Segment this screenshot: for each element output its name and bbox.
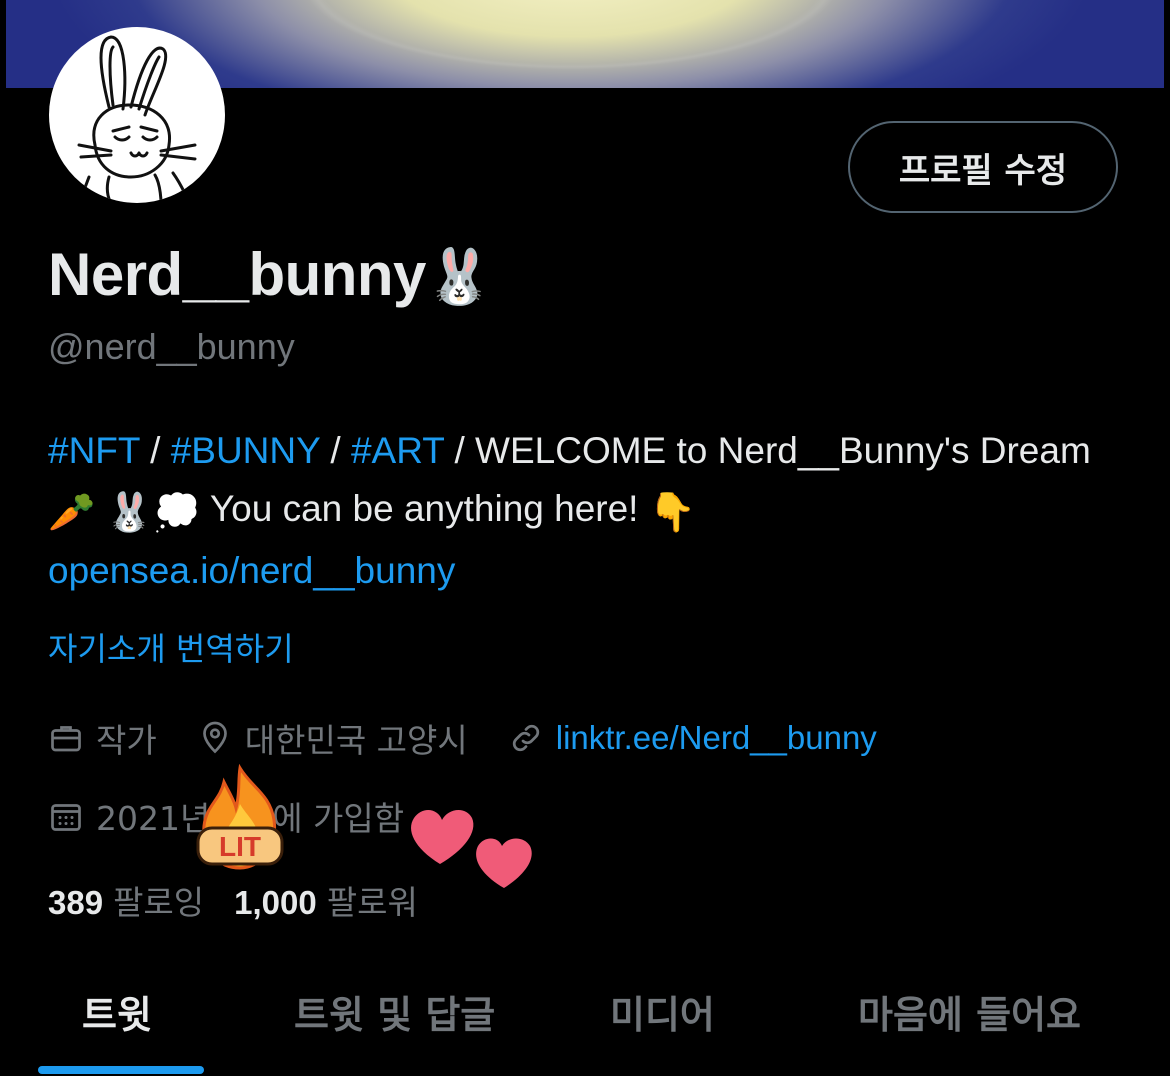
location-pin-icon [202,721,227,754]
avatar[interactable] [49,27,225,203]
lit-sticker-text: LIT [219,831,261,862]
handle: @nerd__bunny [48,326,295,367]
bunny-avatar-drawing [77,35,197,203]
bio-separator: / [139,430,171,471]
tab-tweets[interactable]: 트윗 [82,984,152,1039]
bio: #NFT / #BUNNY / #ART / WELCOME to Nerd__… [48,422,1128,600]
followers-label: 팔로워 [326,883,418,922]
following-count[interactable]: 389 팔로잉 [48,876,204,924]
active-tab-indicator [38,1066,204,1074]
carrot-emoji: 🥕 [48,492,96,534]
follow-counts: 389 팔로잉 1,000 팔로워 [48,876,448,924]
website-item[interactable]: linktr.ee/Nerd__bunny [508,719,877,757]
translate-bio-link[interactable]: 자기소개 번역하기 [48,624,294,670]
bio-link[interactable]: opensea.io/nerd__bunny [48,550,455,591]
hashtag-bunny[interactable]: #BUNNY [171,430,320,471]
followers-number: 1,000 [234,884,317,921]
briefcase-icon [51,726,81,752]
profession-text: 작가 [96,721,157,760]
profession-item: 작가 [48,714,157,762]
following-label: 팔로잉 [113,883,205,922]
calendar-icon [51,804,81,831]
bio-text: / WELCOME to Nerd__Bunny's Dream [444,430,1091,471]
location-item: 대한민국 고양시 [197,714,468,762]
profile-meta-row: 작가 대한민국 고양시 linktr.ee/Nerd__bunny [48,714,917,762]
bio-separator: / [320,430,351,471]
bio-text: You can be anything here! [200,488,649,529]
followers-count[interactable]: 1,000 팔로워 [234,876,418,924]
rabbit-face-emoji: 🐰 [105,492,153,534]
display-name: Nerd__bunny🐰 [48,240,493,309]
profile-tabs: 트윗 트윗 및 답글 미디어 마음에 들어요 [0,960,1170,1076]
tab-media[interactable]: 미디어 [610,984,715,1039]
thought-balloon-emoji: 💭 [152,492,201,534]
tab-tweets-replies[interactable]: 트윗 및 답글 [294,984,495,1039]
hashtag-art[interactable]: #ART [351,430,444,471]
fire-sticker-icon: LIT [194,763,286,876]
link-icon [512,724,539,752]
display-name-text: Nerd__bunny [48,241,426,308]
website-link[interactable]: linktr.ee/Nerd__bunny [556,719,877,757]
location-text: 대한민국 고양시 [244,721,468,760]
tab-likes[interactable]: 마음에 들어요 [858,984,1081,1039]
hashtag-nft[interactable]: #NFT [48,430,140,471]
rabbit-face-emoji: 🐰 [425,247,493,307]
edit-profile-button[interactable]: 프로필 수정 [848,121,1118,213]
following-number: 389 [48,884,104,921]
pointing-down-emoji: 👇 [648,492,697,534]
